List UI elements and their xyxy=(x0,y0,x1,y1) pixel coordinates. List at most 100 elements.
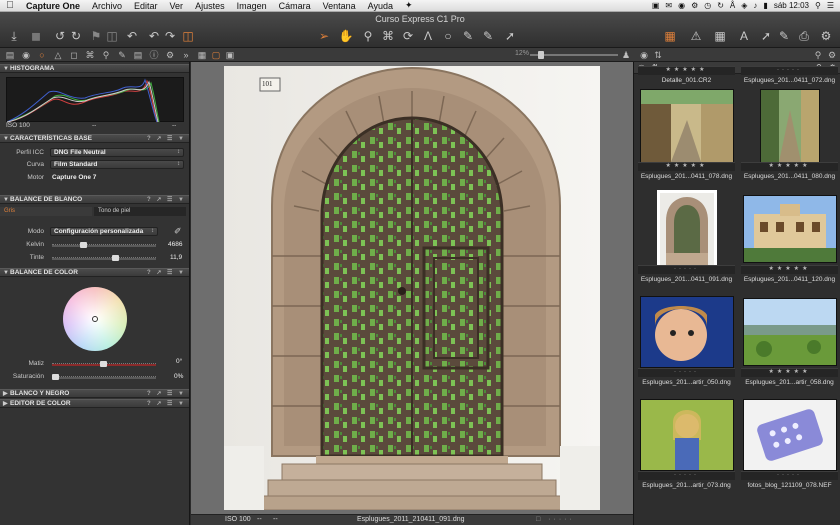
sync-icon[interactable]: ↻ xyxy=(717,1,724,10)
eye-icon[interactable]: ◉ xyxy=(638,49,650,61)
thumbnail-star-rating[interactable]: ★★★★★ xyxy=(638,163,735,170)
zoom-slider-knob[interactable] xyxy=(538,51,544,59)
thumbnail-star-rating[interactable]: ····· xyxy=(638,266,735,273)
rotate-right-icon[interactable]: ↻ xyxy=(68,28,84,44)
thumbnail-image[interactable] xyxy=(759,89,820,163)
export-arrow-icon[interactable]: ➚ xyxy=(758,28,774,44)
icc-profile-select[interactable]: DNG File Neutral ↕ xyxy=(50,148,184,157)
thumbnail-cell[interactable]: ····· Esplugues_201...artir_050.dng xyxy=(636,288,737,388)
rotate-tool-icon[interactable]: ⟳ xyxy=(400,28,416,44)
select-cursor-icon[interactable]: ➢ xyxy=(316,28,332,44)
camera-icon[interactable]: ◉ xyxy=(678,1,685,10)
browser-settings-icon[interactable]: ⚙ xyxy=(826,49,838,61)
thumbnail-star-rating[interactable]: ····· xyxy=(638,369,735,376)
section-controls-icon[interactable]: ? ↗ ☰ ▼ xyxy=(147,400,186,408)
lens-tab-icon[interactable]: ◻ xyxy=(68,49,80,61)
color-editor-header[interactable]: ▶ EDITOR DE COLOR ? ↗ ☰ ▼ xyxy=(0,399,189,408)
tint-slider[interactable] xyxy=(52,255,156,261)
wb-mode-select[interactable]: Configuración personalizada ↕ xyxy=(50,227,158,236)
section-controls-icon[interactable]: ? ↗ ☰ ▼ xyxy=(147,135,186,143)
crop-icon[interactable]: ⌘ xyxy=(380,28,396,44)
delete-flag-icon[interactable]: ⚑ xyxy=(88,28,104,44)
thumbnail-frame[interactable] xyxy=(739,82,840,170)
thumbnail-cell[interactable]: ★★★★★ Esplugues_201...artir_058.dng xyxy=(739,288,840,388)
thumbnail-cell[interactable]: ★★★★★ Esplugues_201...0411_120.dng xyxy=(739,185,840,285)
hue-slider[interactable] xyxy=(52,361,156,367)
clock-text[interactable]: sáb 12:03 xyxy=(774,1,809,10)
tab-gray[interactable]: Gris xyxy=(0,207,92,216)
brush-icon[interactable]: ✎ xyxy=(460,28,476,44)
composition-tab-icon[interactable]: ⌘ xyxy=(84,49,96,61)
bluetooth-icon[interactable]: Å xyxy=(730,1,735,10)
main-photo-door[interactable]: 101 xyxy=(224,66,600,510)
thumbnail-image[interactable] xyxy=(639,399,734,471)
pan-hand-icon[interactable]: ✋ xyxy=(338,28,354,44)
search-icon[interactable]: ⚲ xyxy=(812,49,824,61)
time-machine-icon[interactable]: ◷ xyxy=(704,1,711,10)
wifi-icon[interactable]: ◈ xyxy=(741,1,747,10)
thumbnail-frame[interactable] xyxy=(739,391,840,479)
thumbnail-star-rating[interactable]: ★★★★★ xyxy=(741,266,838,273)
spotlight-icon[interactable]: ⚲ xyxy=(815,1,821,10)
thumbnail-star-rating[interactable]: ★★★★★ xyxy=(741,369,838,376)
details-tab-icon[interactable]: ⚲ xyxy=(100,49,112,61)
kelvin-slider[interactable] xyxy=(52,242,156,248)
single-view-icon[interactable]: ▢ xyxy=(210,49,222,61)
eraser-icon[interactable]: ✎ xyxy=(480,28,496,44)
zoom-icon[interactable]: ⚲ xyxy=(360,28,376,44)
redo-icon[interactable]: ↷ xyxy=(162,28,178,44)
saturation-slider-knob[interactable] xyxy=(52,374,59,380)
menu-archivo[interactable]: Archivo xyxy=(86,1,128,11)
edit-pencil-icon[interactable]: ✎ xyxy=(776,28,792,44)
eyedropper-icon[interactable]: ✐ xyxy=(174,226,182,237)
menu-imagen[interactable]: Imagen xyxy=(231,1,273,11)
multi-view-icon[interactable]: ▦ xyxy=(196,49,208,61)
tint-value[interactable]: 11,9 xyxy=(170,254,182,261)
zoom-slider[interactable] xyxy=(530,51,618,59)
section-controls-icon[interactable]: ? ↗ ☰ ▼ xyxy=(147,269,186,277)
thumbnail-image[interactable] xyxy=(656,190,717,268)
tab-skin-tone[interactable]: Tono de piel xyxy=(94,207,186,216)
thumbnail-image[interactable] xyxy=(639,296,734,368)
thumbnail-cell[interactable]: ★★★★★ Esplugues_201...0411_078.dng xyxy=(636,82,737,182)
thumbnail-star-rating[interactable]: ····· xyxy=(741,472,838,479)
thumbnail-cell[interactable]: ····· fotos_blog_121109_078.NEF xyxy=(739,391,840,491)
curve-select[interactable]: Film Standard ↕ xyxy=(50,160,184,169)
thumbnail-star-rating[interactable]: ★★★★★ xyxy=(741,163,838,170)
thumbnail-frame[interactable] xyxy=(739,185,840,273)
color-balance-header[interactable]: ▼ BALANCE DE COLOR ? ↗ ☰ ▼ xyxy=(0,268,189,277)
grid-overlay-icon[interactable]: ▦ xyxy=(712,28,728,44)
section-controls-icon[interactable]: ? ↗ ☰ ▼ xyxy=(147,390,186,398)
thumbnail-frame[interactable] xyxy=(636,185,737,273)
mail-icon[interactable]: ✉ xyxy=(665,1,672,10)
local-adjustments-tab-icon[interactable]: ✎ xyxy=(116,49,128,61)
battery-icon[interactable]: ▮ xyxy=(763,1,767,10)
color-tab-icon[interactable]: ○ xyxy=(36,49,48,61)
metadata-tab-icon[interactable]: ⓘ xyxy=(148,49,160,61)
menu-ventana[interactable]: Ventana xyxy=(317,1,362,11)
grid-view-icon[interactable]: ▦ xyxy=(662,28,678,44)
thumbnail-frame[interactable] xyxy=(739,288,840,376)
script-icon[interactable]: ✦ xyxy=(399,0,419,11)
notifications-icon[interactable]: ☰ xyxy=(827,1,834,10)
base-characteristics-header[interactable]: ▼ CARACTERÍSTICAS BASE ? ↗ ☰ ▼ xyxy=(0,134,189,143)
thumbnail-star-rating[interactable]: ★★★★★ xyxy=(638,67,735,74)
dropbox-icon[interactable]: ▣ xyxy=(652,1,660,10)
library-folder-icon[interactable]: ▤ xyxy=(4,49,16,61)
apple-logo-icon[interactable]:  xyxy=(0,0,20,11)
reset-icon[interactable]: ↶ xyxy=(124,28,140,44)
output-tab-icon[interactable]: ⚙ xyxy=(164,49,176,61)
section-controls-icon[interactable]: ? ↗ ☰ ▼ xyxy=(147,196,186,204)
thumbnail-frame[interactable] xyxy=(636,391,737,479)
white-balance-header[interactable]: ▼ BALANCE DE BLANCO ? ↗ ☰ ▼ xyxy=(0,195,189,204)
sort-icon[interactable]: ⇅ xyxy=(652,49,664,61)
capture-tab-icon[interactable]: ◉ xyxy=(20,49,32,61)
saturation-value[interactable]: 0% xyxy=(174,373,183,380)
print-icon[interactable]: ⎙ xyxy=(796,28,812,44)
copy-adjustments-icon[interactable]: ◫ xyxy=(180,28,196,44)
menu-ayuda[interactable]: Ayuda xyxy=(362,1,399,11)
undo-icon[interactable]: ↶ xyxy=(146,28,162,44)
capture-camera-icon[interactable]: ◼ xyxy=(28,28,44,44)
histogram-header[interactable]: ▼ HISTOGRAMA xyxy=(0,64,189,73)
thumbnail-star-rating[interactable]: ····· xyxy=(638,472,735,479)
